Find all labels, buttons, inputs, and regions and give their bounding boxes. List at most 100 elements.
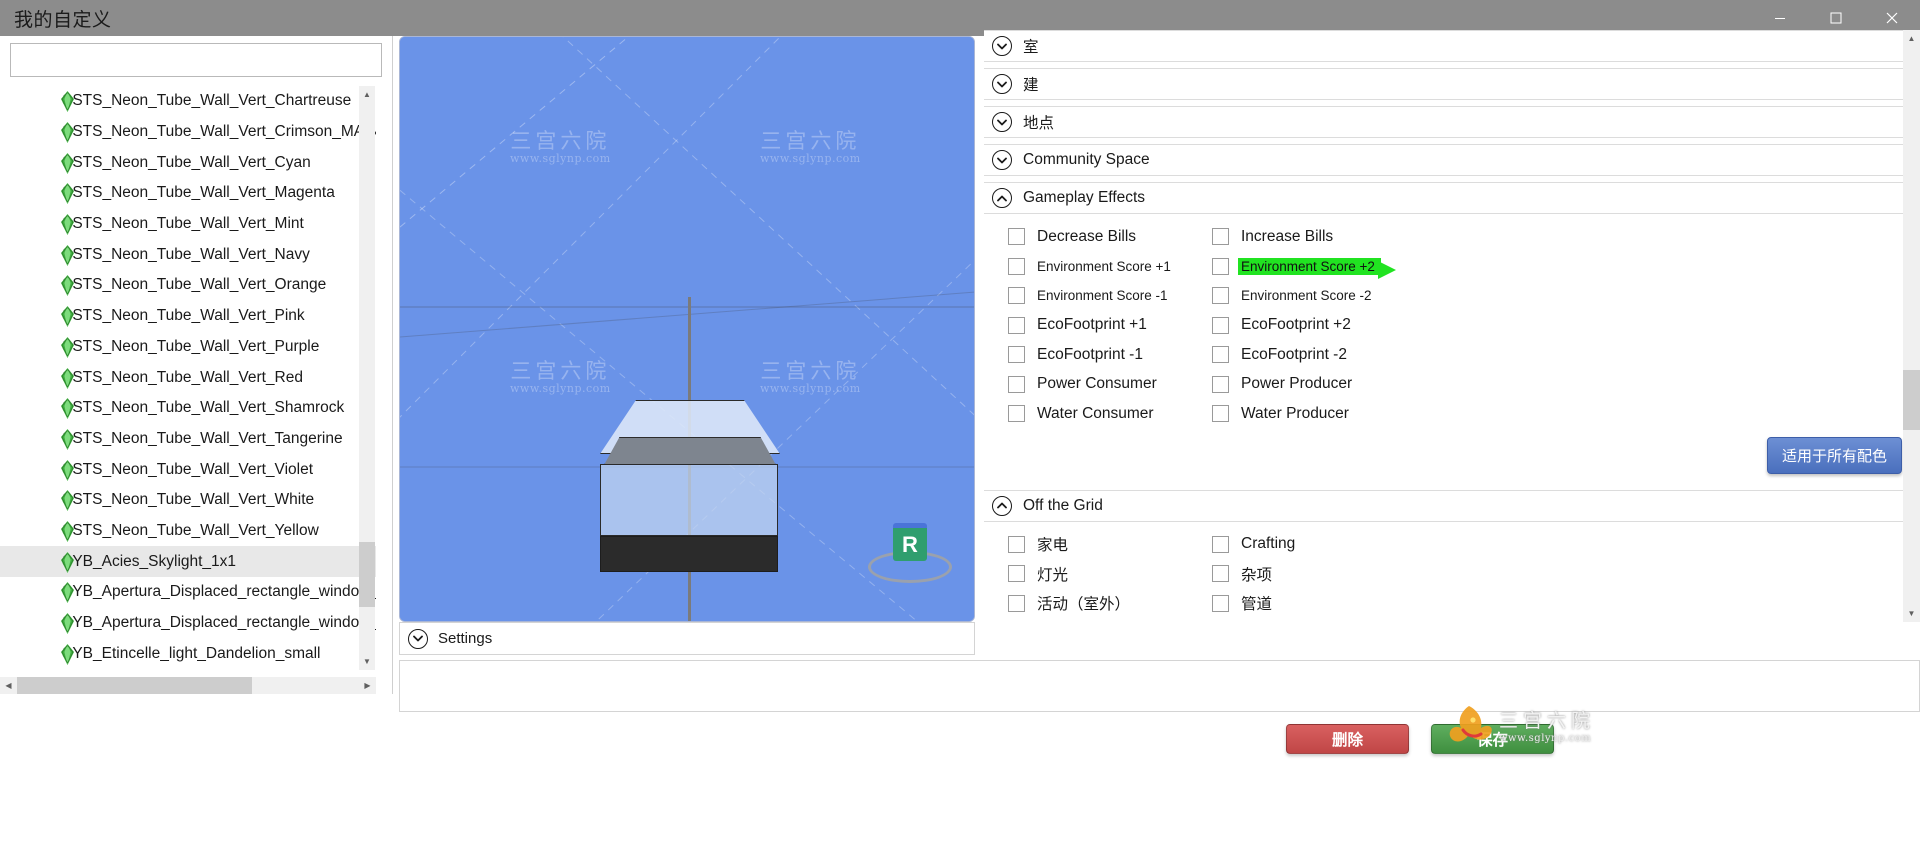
chevron-up-icon[interactable] [992, 188, 1012, 208]
list-item[interactable]: SSTS_Neon_Tube_Wall_Vert_Red [0, 362, 376, 393]
checkbox-row[interactable]: 家电 [1008, 530, 1212, 560]
checkbox-input[interactable] [1212, 228, 1229, 246]
checkbox-row[interactable]: Power Consumer [1008, 370, 1212, 400]
scrollbar-thumb-properties[interactable] [1903, 370, 1920, 430]
list-item[interactable]: SSTS_Neon_Tube_Wall_Vert_Purple [0, 332, 376, 363]
list-item[interactable]: SSTS_Neon_Tube_Wall_Vert_Mint [0, 209, 376, 240]
checkbox-row[interactable]: 灯光 [1008, 559, 1212, 589]
checkbox-input[interactable] [1212, 346, 1229, 364]
checkbox-row[interactable]: EcoFootprint +1 [1008, 311, 1212, 341]
catalog-list[interactable]: SSTS_Neon_Tube_Wall_Vert_Chartreuse SSTS_… [0, 86, 376, 670]
list-item[interactable]: SSTS_Neon_Tube_Wall_Vert_Navy [0, 239, 376, 270]
checkbox-input[interactable] [1008, 375, 1025, 393]
list-item[interactable]: SSTS_Neon_Tube_Wall_Vert_Crimson_MAIN [0, 117, 376, 148]
checkbox-row[interactable]: EcoFootprint -1 [1008, 340, 1212, 370]
section-header-gameplay[interactable]: Gameplay Effects [984, 182, 1920, 214]
checkbox-input[interactable] [1008, 257, 1025, 275]
list-item[interactable]: SSTS_Neon_Tube_Wall_Vert_Tangerine [0, 424, 376, 455]
section-header-build[interactable]: 建 [984, 68, 1920, 100]
checkbox-row[interactable]: 管道 [1212, 589, 1416, 619]
list-item[interactable]: SYB_Apertura_Displaced_rectangle_window_… [0, 608, 376, 639]
checkbox-input[interactable] [1212, 594, 1229, 612]
checkbox-input[interactable] [1212, 535, 1229, 553]
checkbox-row[interactable]: Water Consumer [1008, 399, 1212, 429]
catalog-list-vertical-scrollbar[interactable]: ▲ ▼ [359, 86, 375, 670]
scrollbar-thumb-vertical[interactable] [359, 542, 375, 607]
viewport-settings-bar[interactable]: Settings [399, 622, 975, 655]
search-input[interactable] [10, 43, 382, 77]
checkbox-input[interactable] [1212, 375, 1229, 393]
checkbox-row[interactable]: EcoFootprint -2 [1212, 340, 1416, 370]
notes-field-container[interactable] [399, 660, 1920, 712]
section-header-community[interactable]: Community Space [984, 144, 1920, 176]
list-item[interactable]: SYB_Acies_Skylight_1x1 [0, 546, 376, 577]
section-header-room[interactable]: 室 [984, 30, 1920, 62]
plumbob-icon [61, 613, 74, 635]
checkbox-input[interactable] [1008, 316, 1025, 334]
checkbox-input[interactable] [1212, 565, 1229, 583]
list-item[interactable]: SYB_Apertura_Displaced_rectangle_window_… [0, 577, 376, 608]
list-item[interactable]: SSTS_Neon_Tube_Wall_Vert_Pink [0, 301, 376, 332]
list-item[interactable]: SSTS_Neon_Tube_Wall_Vert_Orange [0, 270, 376, 301]
checkbox-input[interactable] [1008, 594, 1025, 612]
checkbox-input[interactable] [1008, 535, 1025, 553]
checkbox-row[interactable]: EcoFootprint +2 [1212, 311, 1416, 341]
catalog-list-horizontal-scrollbar[interactable]: ◀ ▶ [0, 677, 376, 694]
checkbox-input[interactable] [1212, 287, 1229, 305]
checkbox-input[interactable] [1212, 405, 1229, 423]
chevron-down-icon[interactable] [992, 36, 1012, 56]
checkbox-input[interactable] [1212, 257, 1229, 275]
highlight-arrow-icon [1377, 260, 1396, 279]
chevron-down-icon[interactable] [992, 112, 1012, 132]
gizmo-cube-icon[interactable]: R [893, 523, 927, 561]
checkbox-row[interactable]: Environment Score +1 [1008, 252, 1212, 282]
scroll-up-arrow-icon[interactable]: ▲ [359, 86, 375, 103]
list-item[interactable]: SSTS_Neon_Tube_Wall_Vert_Violet [0, 454, 376, 485]
checkbox-input[interactable] [1008, 228, 1025, 246]
section-label: 室 [1023, 39, 1039, 56]
list-item[interactable]: SSTS_Neon_Tube_Wall_Vert_Magenta [0, 178, 376, 209]
apply-to-all-swatches-button[interactable]: 适用于所有配色 [1766, 436, 1902, 474]
checkbox-row[interactable]: Increase Bills [1212, 222, 1416, 252]
delete-button[interactable]: 删除 [1286, 724, 1409, 754]
save-button[interactable]: 保存 [1431, 724, 1554, 754]
list-item[interactable]: SSTS_Neon_Tube_Wall_Vert_Cyan [0, 147, 376, 178]
checkbox-row[interactable]: Water Producer [1212, 399, 1416, 429]
chevron-down-icon[interactable] [408, 628, 428, 649]
checkbox-row[interactable]: Decrease Bills [1008, 222, 1212, 252]
list-item[interactable]: SSTS_Neon_Tube_Wall_Vert_White [0, 485, 376, 516]
section-header-offgrid[interactable]: Off the Grid [984, 489, 1920, 522]
section-header-location[interactable]: 地点 [984, 106, 1920, 138]
checkbox-row[interactable]: 杂项 [1212, 559, 1416, 589]
scrollbar-thumb-horizontal[interactable] [17, 677, 252, 694]
checkbox-input[interactable] [1212, 316, 1229, 334]
list-item[interactable]: SSTS_Neon_Tube_Wall_Vert_Chartreuse [0, 86, 376, 117]
checkbox-row[interactable]: Environment Score -1 [1008, 281, 1212, 311]
list-item-label: SSTS_Neon_Tube_Wall_Vert_Violet [62, 460, 314, 478]
list-item[interactable]: SSTS_Neon_Tube_Wall_Vert_Shamrock [0, 393, 376, 424]
list-item-label: SSTS_Neon_Tube_Wall_Vert_Crimson_MAIN [62, 123, 376, 141]
chevron-down-icon[interactable] [992, 150, 1012, 170]
scroll-down-arrow-icon[interactable]: ▼ [359, 653, 375, 670]
chevron-down-icon[interactable] [992, 74, 1012, 94]
viewport-navigation-gizmo[interactable]: R [868, 523, 952, 583]
checkbox-input[interactable] [1008, 287, 1025, 305]
checkbox-row[interactable]: Environment Score -2 [1212, 281, 1416, 311]
checkbox-input[interactable] [1008, 346, 1025, 364]
checkbox-row[interactable]: Environment Score +2 [1212, 252, 1416, 282]
scroll-down-arrow-icon[interactable]: ▼ [1903, 605, 1920, 622]
scroll-up-arrow-icon[interactable]: ▲ [1903, 30, 1920, 47]
checkbox-row[interactable]: Power Producer [1212, 370, 1416, 400]
scroll-left-arrow-icon[interactable]: ◀ [0, 677, 17, 694]
checkbox-input[interactable] [1008, 405, 1025, 423]
chevron-up-icon[interactable] [992, 495, 1012, 516]
list-item[interactable]: SYB_Etincelle_light_Dandelion_small [0, 638, 376, 669]
checkbox-row[interactable]: 活动（室外） [1008, 589, 1212, 619]
model-preview-viewport[interactable]: 三宫六院 www.sglynp.com 三宫六院 www.sglynp.com … [399, 36, 975, 622]
checkbox-input[interactable] [1008, 565, 1025, 583]
viewport-canvas[interactable]: 三宫六院 www.sglynp.com 三宫六院 www.sglynp.com … [400, 37, 974, 621]
list-item[interactable]: SSTS_Neon_Tube_Wall_Vert_Yellow [0, 516, 376, 547]
checkbox-row[interactable]: Crafting [1212, 530, 1416, 560]
properties-panel-scrollbar[interactable]: ▲ ▼ [1903, 30, 1920, 622]
scroll-right-arrow-icon[interactable]: ▶ [359, 677, 376, 694]
